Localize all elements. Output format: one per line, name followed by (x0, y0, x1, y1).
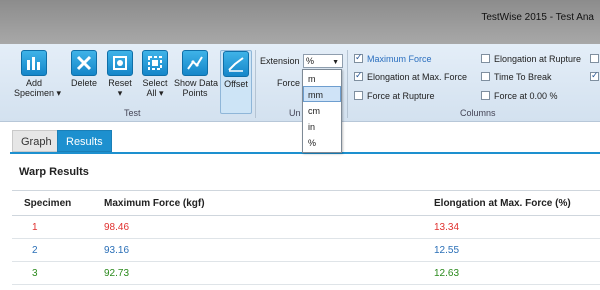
group-label-test: Test (124, 108, 141, 118)
checkbox-label: Force at 0.00 % (494, 91, 558, 101)
table-cell-max-force: 93.16 (96, 238, 426, 262)
offset-label: Offset (224, 79, 248, 89)
offset-button[interactable]: Offset (220, 50, 252, 114)
delete-label: Delete (70, 78, 97, 88)
reset-button[interactable]: Reset ▾ (106, 50, 134, 98)
column-header[interactable]: Elongation at Max. Force (%) (426, 190, 600, 216)
table-cell-elongation: 12.63 (426, 261, 600, 285)
offset-icon (223, 51, 249, 77)
column-header[interactable]: Specimen (12, 190, 96, 216)
checkbox-unchecked-icon (481, 54, 490, 63)
checkbox-unchecked-icon (354, 91, 363, 100)
delete-button[interactable]: Delete (70, 50, 98, 88)
checkbox-label: Maximum Force (367, 54, 432, 64)
table-cell-max-force: 98.46 (96, 215, 426, 239)
unit-option[interactable]: in (303, 118, 341, 134)
add-specimen-label: Add Specimen ▾ (14, 78, 62, 98)
show-data-points-button[interactable]: Show Data Points (174, 50, 219, 98)
reset-icon (107, 50, 133, 76)
unit-option[interactable]: m (303, 70, 341, 86)
add-specimen-icon (21, 50, 47, 76)
checkbox-force-zero[interactable]: Force at 0.00 % (481, 91, 558, 101)
table-cell-elongation: 12.55 (426, 238, 600, 262)
checkbox-unchecked-icon (481, 72, 490, 81)
table-cell-specimen: 3 (12, 261, 96, 285)
checkbox-maximum-force[interactable]: Maximum Force (354, 52, 432, 64)
tab-strip: Graph Results (0, 122, 600, 155)
checkbox-label: Time To Break (494, 72, 552, 82)
column-header[interactable]: Maximum Force (kgf) (96, 190, 426, 216)
add-specimen-button[interactable]: Add Specimen ▾ (14, 50, 62, 98)
window-title: TestWise 2015 - Test Ana (481, 12, 594, 23)
tab-results[interactable]: Results (57, 130, 112, 152)
group-label-columns: Columns (460, 108, 496, 118)
force-label: Force (277, 78, 301, 88)
checkbox-checked-icon (354, 52, 363, 63)
checkbox-label: Force at Rupture (367, 91, 435, 101)
checkbox-unchecked-icon (481, 91, 490, 100)
checkbox-partial[interactable] (590, 70, 600, 82)
unit-option[interactable]: % (303, 134, 341, 150)
checkbox-unchecked-icon (590, 54, 599, 63)
title-bar: TestWise 2015 - Test Ana (0, 0, 600, 44)
unit-option[interactable]: cm (303, 102, 341, 118)
extension-unit-value: % (306, 56, 315, 66)
unit-option[interactable]: mm (303, 86, 341, 102)
checkbox-force-rupture[interactable]: Force at Rupture (354, 91, 435, 101)
extension-label: Extension (260, 56, 300, 66)
table-row[interactable]: 2 93.16 12.55 (12, 238, 600, 262)
group-label-units: Un (289, 108, 301, 118)
tab-graph[interactable]: Graph (12, 130, 61, 152)
checkbox-elongation-rupture[interactable]: Elongation at Rupture (481, 54, 581, 64)
extension-unit-select[interactable]: % ▼ (303, 54, 343, 68)
unit-dropdown-list: m mm cm in % (302, 69, 342, 153)
ribbon-separator (347, 50, 348, 118)
table-cell-elongation: 13.34 (426, 215, 600, 239)
results-title: Warp Results (19, 166, 89, 178)
checkbox-elongation-max-force[interactable]: Elongation at Max. Force (354, 70, 468, 82)
table-cell-specimen: 1 (12, 215, 96, 239)
checkbox-partial[interactable] (590, 54, 600, 64)
checkbox-time-to-break[interactable]: Time To Break (481, 72, 552, 82)
checkbox-label: Elongation at Max. Force (367, 72, 468, 82)
results-table: Specimen Maximum Force (kgf) Elongation … (12, 190, 600, 285)
table-cell-specimen: 2 (12, 238, 96, 262)
table-row[interactable]: 1 98.46 13.34 (12, 215, 600, 239)
table-header-row: Specimen Maximum Force (kgf) Elongation … (12, 190, 600, 216)
chevron-down-icon: ▼ (332, 59, 339, 66)
select-all-icon (142, 50, 168, 76)
checkbox-checked-icon (354, 70, 363, 81)
data-points-icon (182, 50, 208, 76)
checkbox-label: Elongation at Rupture (494, 54, 582, 64)
ribbon-separator (255, 50, 256, 118)
reset-label: Reset ▾ (108, 78, 132, 98)
show-data-points-label: Show Data Points (174, 78, 219, 98)
ribbon: Add Specimen ▾ Delete Reset ▾ Select All… (0, 44, 600, 122)
checkbox-checked-icon (590, 70, 599, 81)
table-cell-max-force: 92.73 (96, 261, 426, 285)
select-all-label: Select All ▾ (142, 78, 168, 98)
table-row[interactable]: 3 92.73 12.63 (12, 261, 600, 285)
delete-icon (71, 50, 97, 76)
select-all-button[interactable]: Select All ▾ (140, 50, 170, 98)
